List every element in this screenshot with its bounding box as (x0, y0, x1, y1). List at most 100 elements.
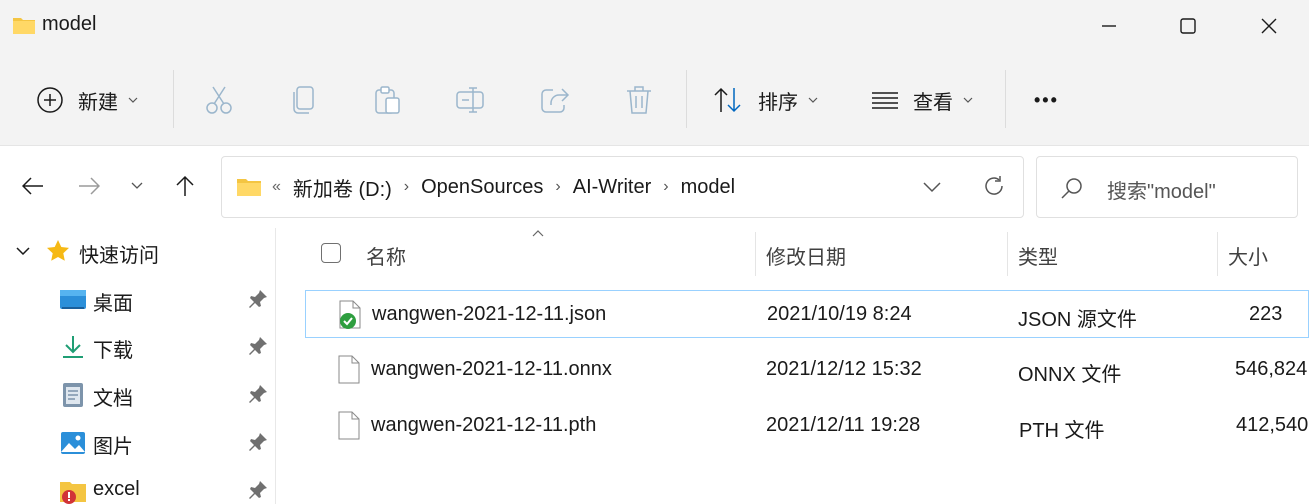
file-size: 412,540 (1236, 414, 1309, 436)
toolbar-divider (686, 70, 687, 128)
sidebar-item-desktop[interactable]: 桌面 (0, 277, 276, 323)
chevron-right-icon[interactable]: › (404, 178, 409, 196)
search-input[interactable]: 搜索"model" (1107, 175, 1216, 204)
chevron-down-icon (963, 97, 973, 103)
address-history-button[interactable] (922, 175, 942, 204)
column-header-name[interactable]: 名称 (366, 241, 406, 270)
copy-button[interactable] (287, 84, 319, 116)
pin-icon (249, 337, 267, 355)
view-button[interactable]: 查看 (871, 80, 973, 120)
column-divider[interactable] (755, 232, 756, 276)
breadcrumb-item[interactable]: 新加卷 (D:) (293, 173, 392, 202)
sidebar-item-excel[interactable]: excel (0, 468, 276, 504)
forward-button[interactable] (73, 170, 105, 202)
sort-ascending-icon (532, 226, 544, 240)
file-row[interactable]: wangwen-2021-12-11.onnx 2021/12/12 15:32… (305, 346, 1309, 394)
sidebar-item-label: 图片 (93, 436, 133, 458)
breadcrumb-item[interactable]: OpenSources (421, 176, 543, 199)
paste-button[interactable] (371, 84, 403, 116)
maximize-icon (1180, 18, 1196, 34)
share-icon (541, 88, 570, 113)
column-header-type[interactable]: 类型 (1018, 241, 1058, 270)
sidebar-item-label: 文档 (93, 388, 133, 410)
sidebar-item-label: excel (93, 478, 140, 500)
new-button[interactable]: 新建 (36, 80, 138, 120)
window-title: model (42, 13, 97, 35)
folder-icon (236, 177, 262, 202)
file-row[interactable]: wangwen-2021-12-11.pth 2021/12/11 19:28 … (305, 402, 1309, 450)
close-button[interactable] (1229, 0, 1309, 52)
more-options-button[interactable]: ••• (1034, 80, 1059, 120)
documents-icon (63, 383, 83, 407)
up-button[interactable] (169, 170, 201, 202)
command-bar: 新建 排序 查看 ••• (0, 52, 1309, 146)
file-icon (338, 355, 360, 384)
view-label: 查看 (913, 91, 953, 114)
sidebar-item-pictures[interactable]: 图片 (0, 420, 276, 466)
trash-icon (627, 86, 651, 114)
sidebar-item-downloads[interactable]: 下载 (0, 324, 276, 370)
file-row[interactable]: wangwen-2021-12-11.json 2021/10/19 8:24 … (305, 290, 1309, 338)
pin-icon (249, 481, 267, 499)
sidebar-item-documents[interactable]: 文档 (0, 372, 276, 418)
breadcrumb-item[interactable]: AI-Writer (573, 176, 652, 199)
sidebar-item-label: 桌面 (93, 293, 133, 315)
column-header-modified[interactable]: 修改日期 (766, 241, 846, 270)
column-header-size[interactable]: 大小 (1228, 241, 1268, 270)
copy-icon (293, 86, 314, 114)
share-button[interactable] (539, 84, 571, 116)
folder-icon (12, 15, 36, 40)
arrow-up-icon (176, 175, 194, 196)
arrow-right-icon (79, 177, 100, 195)
new-label: 新建 (78, 91, 118, 114)
minimize-icon (1102, 25, 1116, 27)
sidebar-item-label: 下载 (93, 340, 133, 362)
minimize-button[interactable] (1069, 0, 1149, 52)
view-list-icon (872, 92, 898, 109)
file-size: 223 (1249, 303, 1283, 325)
rename-button[interactable] (455, 84, 487, 116)
address-bar[interactable]: « 新加卷 (D:) › OpenSources › AI-Writer › m… (221, 156, 1024, 218)
desktop-icon (60, 290, 86, 309)
cut-button[interactable] (203, 84, 235, 116)
chevron-down-icon (16, 247, 30, 256)
chevron-right-icon[interactable]: › (663, 178, 668, 196)
delete-button[interactable] (623, 84, 655, 116)
json-file-icon (339, 300, 361, 329)
breadcrumb-item[interactable]: model (681, 176, 735, 199)
pin-icon (249, 290, 267, 308)
chevron-down-icon (808, 97, 818, 103)
close-icon (1261, 18, 1277, 34)
maximize-button[interactable] (1148, 0, 1228, 52)
navigation-bar: « 新加卷 (D:) › OpenSources › AI-Writer › m… (0, 146, 1309, 228)
pictures-icon (61, 432, 85, 454)
navigation-pane: 快速访问 桌面 下载 文档 图片 excel (0, 228, 276, 504)
file-name: wangwen-2021-12-11.pth (371, 414, 597, 436)
refresh-icon (985, 176, 1003, 195)
column-header-row: 名称 修改日期 类型 大小 (277, 228, 1309, 280)
file-modified: 2021/12/11 19:28 (766, 414, 921, 436)
file-list: 名称 修改日期 类型 大小 wangwen-2021-12-11.json 20… (277, 228, 1309, 504)
file-type: ONNX 文件 (1018, 364, 1122, 386)
rename-icon (456, 87, 484, 113)
breadcrumb-overflow[interactable]: « (272, 178, 281, 196)
chevron-down-icon (131, 182, 143, 189)
recent-locations-button[interactable] (121, 170, 153, 202)
arrow-left-icon (22, 177, 43, 195)
file-name: wangwen-2021-12-11.onnx (371, 358, 612, 380)
search-box[interactable]: 搜索"model" (1036, 156, 1298, 218)
chevron-down-icon (128, 97, 138, 103)
title-bar: model (0, 0, 1309, 52)
toolbar-divider (173, 70, 174, 128)
refresh-button[interactable] (982, 174, 1006, 203)
column-divider[interactable] (1007, 232, 1008, 276)
select-all-checkbox[interactable] (321, 243, 341, 263)
back-button[interactable] (17, 170, 49, 202)
sidebar-item-label: 快速访问 (79, 245, 159, 267)
sort-button[interactable]: 排序 (712, 80, 818, 120)
chevron-right-icon[interactable]: › (555, 178, 560, 196)
sidebar-item-quick-access[interactable]: 快速访问 (0, 228, 276, 274)
paste-icon (375, 86, 400, 114)
sort-label: 排序 (758, 91, 798, 114)
column-divider[interactable] (1217, 232, 1218, 276)
